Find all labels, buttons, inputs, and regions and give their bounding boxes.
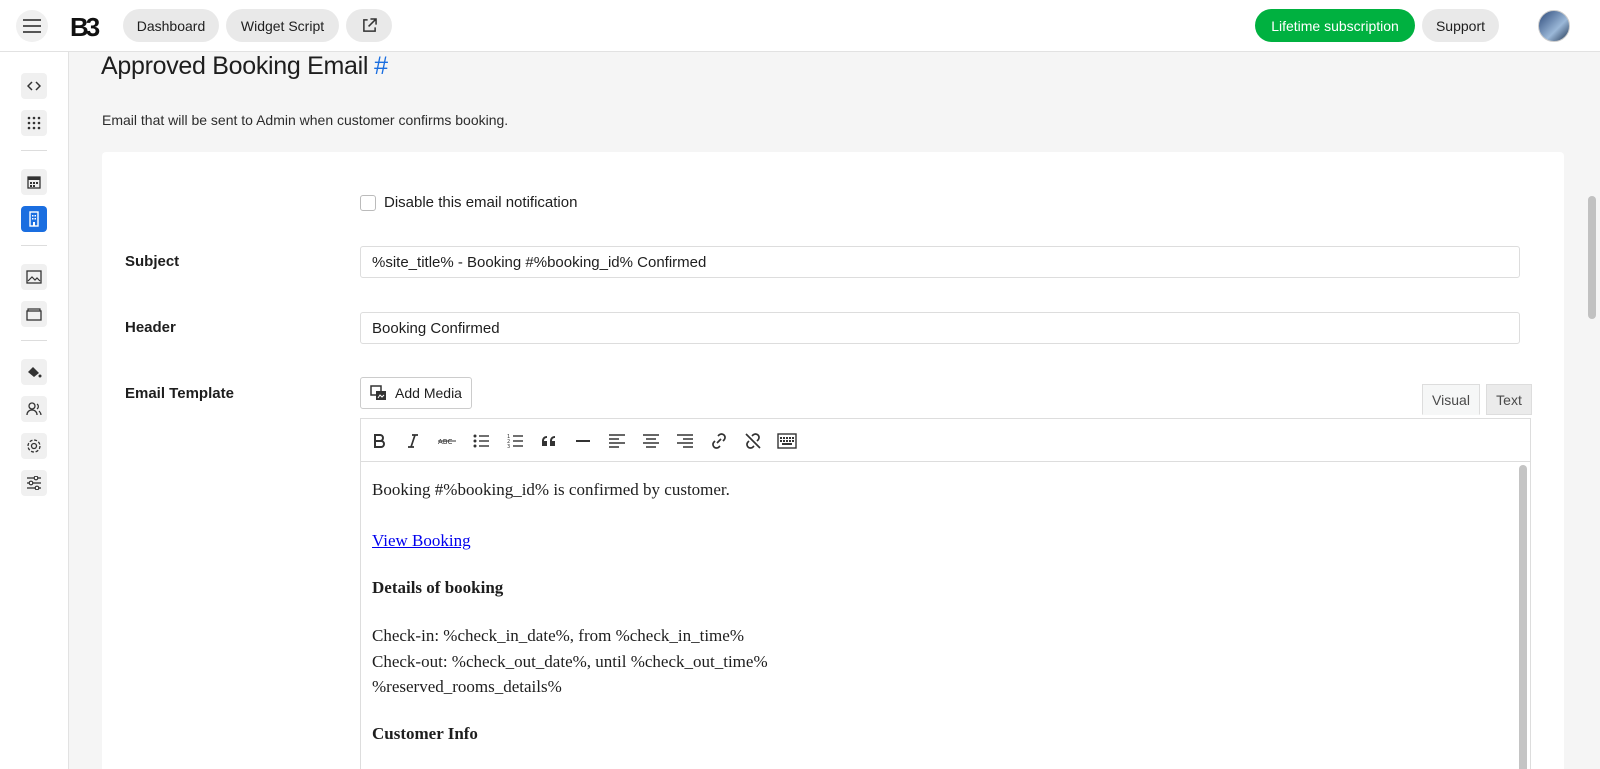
lifetime-subscription-button[interactable]: Lifetime subscription — [1255, 9, 1415, 42]
page-description: Email that will be sent to Admin when cu… — [102, 112, 509, 128]
code-icon[interactable] — [21, 73, 47, 99]
rooms-line: %reserved_rooms_details% — [372, 677, 562, 696]
subject-label: Subject — [125, 253, 180, 270]
external-link-icon — [362, 18, 377, 32]
menu-icon[interactable] — [16, 10, 48, 42]
editor-toolbar: ABC 123 — [360, 418, 1531, 462]
logo[interactable]: B3 — [70, 12, 100, 43]
add-media-icon — [370, 385, 387, 400]
sidebar-divider — [21, 340, 47, 341]
blockquote-icon[interactable] — [537, 429, 561, 453]
italic-icon[interactable] — [401, 429, 425, 453]
top-bar: B3 Dashboard Widget Script Lifetime subs… — [0, 0, 1600, 52]
dashboard-button[interactable]: Dashboard — [123, 9, 219, 42]
disable-notification-row[interactable]: Disable this email notification — [360, 194, 577, 211]
sidebar — [0, 52, 69, 769]
grid-icon[interactable] — [21, 110, 47, 136]
details-heading: Details of booking — [372, 578, 504, 597]
editor-scrollbar[interactable] — [1519, 465, 1527, 769]
svg-text:3: 3 — [507, 444, 510, 448]
checkin-line: Check-in: %check_in_date%, from %check_i… — [372, 626, 744, 645]
subject-field[interactable] — [360, 246, 1520, 278]
disable-notification-label: Disable this email notification — [384, 194, 578, 211]
calendar-icon[interactable] — [21, 169, 47, 195]
page-title-text: Approved Booking Email — [101, 52, 369, 80]
sidebar-divider — [21, 150, 47, 151]
align-left-icon[interactable] — [605, 429, 629, 453]
tab-text[interactable]: Text — [1486, 384, 1532, 415]
bullet-list-icon[interactable] — [469, 429, 493, 453]
bold-icon[interactable] — [367, 429, 391, 453]
page-scrollbar-track — [1584, 52, 1600, 769]
svg-text:ABC: ABC — [438, 438, 452, 446]
archive-icon[interactable] — [21, 301, 47, 327]
paint-bucket-icon[interactable] — [21, 359, 47, 385]
horizontal-rule-icon[interactable] — [571, 429, 595, 453]
toolbar-toggle-icon[interactable] — [775, 429, 799, 453]
building-icon[interactable] — [21, 206, 47, 232]
email-template-editor[interactable]: Booking #%booking_id% is confirmed by cu… — [360, 462, 1531, 769]
tab-visual[interactable]: Visual — [1422, 384, 1480, 415]
external-link-button[interactable] — [346, 9, 392, 42]
disable-notification-checkbox[interactable] — [360, 194, 376, 211]
editor-paragraph: Booking #%booking_id% is confirmed by cu… — [372, 480, 730, 499]
align-right-icon[interactable] — [673, 429, 697, 453]
widget-script-button[interactable]: Widget Script — [226, 9, 339, 42]
checkout-line: Check-out: %check_out_date%, until %chec… — [372, 652, 768, 671]
header-field[interactable] — [360, 312, 1520, 344]
add-media-button[interactable]: Add Media — [360, 377, 472, 409]
link-icon[interactable] — [707, 429, 731, 453]
sidebar-divider — [21, 245, 47, 246]
customer-info-heading: Customer Info — [372, 724, 478, 743]
email-template-label: Email Template — [125, 385, 234, 402]
header-label: Header — [125, 319, 176, 336]
align-center-icon[interactable] — [639, 429, 663, 453]
view-booking-link[interactable]: View Booking — [372, 531, 471, 551]
support-button[interactable]: Support — [1422, 9, 1499, 42]
avatar[interactable] — [1538, 10, 1570, 42]
page-title: Approved Booking Email # — [101, 52, 388, 81]
gear-icon[interactable] — [21, 433, 47, 459]
strikethrough-icon[interactable]: ABC — [435, 429, 459, 453]
image-icon[interactable] — [21, 264, 47, 290]
unlink-icon[interactable] — [741, 429, 765, 453]
page-scrollbar[interactable] — [1588, 196, 1596, 319]
users-icon[interactable] — [21, 396, 47, 422]
add-media-label: Add Media — [395, 385, 462, 401]
numbered-list-icon[interactable]: 123 — [503, 429, 527, 453]
sliders-icon[interactable] — [21, 470, 47, 496]
anchor-link[interactable]: # — [374, 52, 388, 80]
